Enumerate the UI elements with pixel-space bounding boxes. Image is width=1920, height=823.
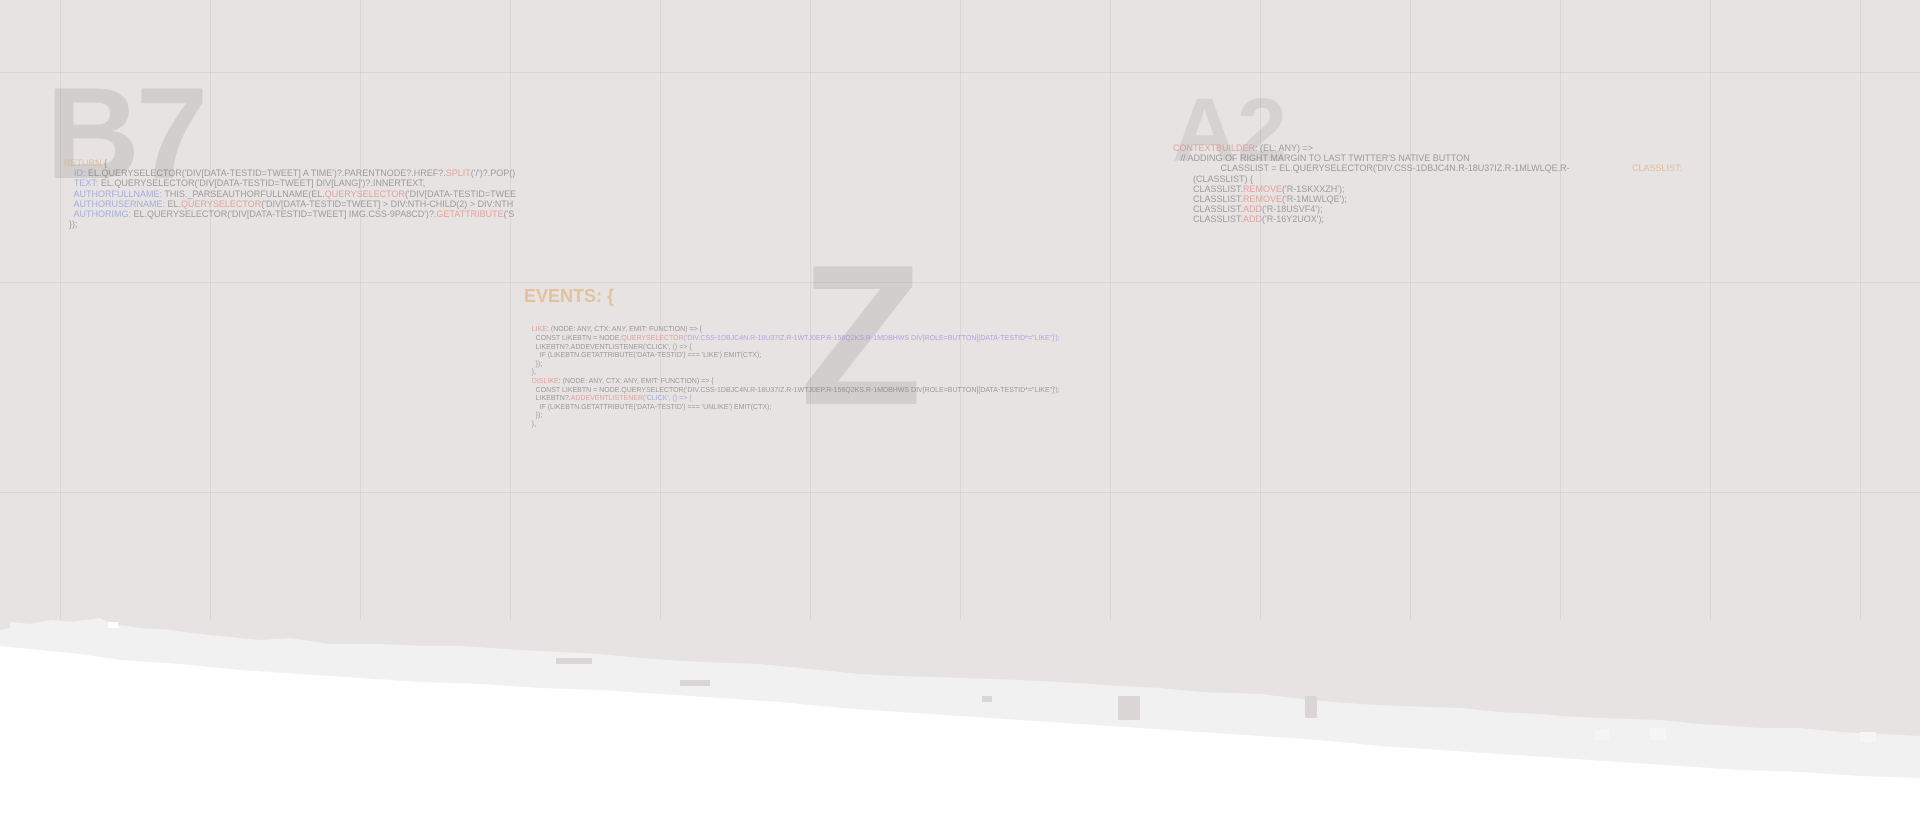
code-token: : (NODE: ANY, CTX: ANY, EMIT: FUNCTION) … <box>546 326 702 334</box>
code-block-return: RETURN { ID: EL.QUERYSELECTOR('DIV[DATA-… <box>64 158 516 229</box>
events-code-line: }); <box>524 412 1060 421</box>
code-token: CONTEXTBUILDER <box>1173 143 1256 153</box>
code-token: THIS._PARSEAUTHORFULLNAME(EL. <box>164 188 325 199</box>
code-token: ('R-1MLWLQE'); <box>1282 194 1347 205</box>
code-token: }); <box>524 412 543 420</box>
return-code-line: AUTHORUSERNAME: EL.QUERYSELECTOR('DIV[DA… <box>64 199 516 209</box>
events-code-line: CONST LIKEBTN = NODE.QUERYSELECTOR('DIV.… <box>524 387 1060 396</box>
code-token: ('R-1SKXXZH'); <box>1282 183 1345 194</box>
code-block-context-builder: CONTEXTBUILDER: (EL: ANY) => // ADDING O… <box>1173 143 1570 225</box>
code-token: ('DIV.CSS-1DBJC4N.R-18U37IZ.R-1WTJ0EP.R-… <box>683 334 1060 342</box>
code-block-events: EVENTS: { LIKE: (NODE: ANY, CTX: ANY, EM… <box>524 268 1060 438</box>
context-code-line: CLASSLIST.REMOVE('R-1MLWLQE'); <box>1173 194 1570 204</box>
code-token: CONST LIKEBTN = NODE. <box>524 334 622 342</box>
code-token: IF (LIKEBTN.GETATTRIBUTE('DATA-TESTID') … <box>524 352 762 360</box>
code-token: QUERYSELECTOR <box>621 334 684 342</box>
return-code-line: ID: EL.QUERYSELECTOR('DIV[DATA-TESTID=TW… <box>64 168 516 178</box>
code-token: CLASSLIST = EL.QUERYSELECTOR('DIV.CSS-1D… <box>1173 163 1570 174</box>
code-token: CLASSLIST. <box>1173 194 1244 205</box>
code-token: (CLASSLIST) { <box>1173 173 1254 184</box>
events-title: EVENTS: { <box>524 286 615 307</box>
code-token: ('R-18USVF4'); <box>1262 204 1323 215</box>
torn-paper-edge <box>0 618 1920 823</box>
code-token: ID: <box>64 168 89 179</box>
code-token: REMOVE <box>1243 183 1283 194</box>
context-code-line: CLASSLIST.ADD('R-18USVF4'); <box>1173 204 1570 214</box>
events-code-line: LIKEBTN?.ADDEVENTLISTENER('CLICK', () =>… <box>524 395 1060 404</box>
context-code-line: CLASSLIST.REMOVE('R-1SKXXZH'); <box>1173 184 1570 194</box>
code-token: // ADDING OF RIGHT MARGIN TO LAST TWITTE… <box>1173 153 1470 164</box>
code-token: ('CLICK', () => { <box>643 395 692 403</box>
code-token: REMOVE <box>1243 194 1283 205</box>
code-token: ('/')?.POP() <box>470 168 516 179</box>
code-token: AUTHORIMG: <box>64 209 134 220</box>
code-token: }); <box>64 219 78 230</box>
code-token: ADD <box>1243 214 1263 225</box>
events-code-line: DISLIKE: (NODE: ANY, CTX: ANY, EMIT: FUN… <box>524 378 1060 387</box>
code-token: }, <box>524 369 537 377</box>
return-code-line: TEXT: EL.QUERYSELECTOR('DIV[DATA-TESTID=… <box>64 178 516 188</box>
events-code-line: LIKE: (NODE: ANY, CTX: ANY, EMIT: FUNCTI… <box>524 326 1060 335</box>
code-token: ('R-16Y2UOX'); <box>1262 214 1324 225</box>
code-token: IF (LIKEBTN.GETATTRIBUTE('DATA-TESTID') … <box>524 403 772 411</box>
code-token: LIKEBTN?. <box>524 395 571 403</box>
code-token: EL.QUERYSELECTOR('DIV[DATA-TESTID=TWEET]… <box>100 178 426 189</box>
events-code-line: }, <box>524 421 1060 430</box>
code-token: }, <box>524 420 537 428</box>
events-lines: LIKE: (NODE: ANY, CTX: ANY, EMIT: FUNCTI… <box>524 326 1060 429</box>
code-token: CLASSLIST. <box>1173 183 1244 194</box>
code-token: ADDEVENTLISTENER <box>570 395 644 403</box>
code-token: AUTHORUSERNAME: <box>64 198 168 209</box>
events-code-line: }); <box>524 361 1060 370</box>
code-token: CONST LIKEBTN = NODE.QUERYSELECTOR('DIV.… <box>524 386 1060 394</box>
code-token: DISLIKE <box>524 377 559 385</box>
code-token: EL.QUERYSELECTOR('DIV[DATA-TESTID=TWEET]… <box>133 209 437 220</box>
context-code-line: (CLASSLIST) { <box>1173 174 1570 184</box>
code-token: SPLIT <box>445 168 471 179</box>
return-code-line: AUTHORIMG: EL.QUERYSELECTOR('DIV[DATA-TE… <box>64 209 516 219</box>
code-token: AUTHORFULLNAME: <box>64 188 165 199</box>
code-token: EL. <box>167 198 182 209</box>
context-code-line: // ADDING OF RIGHT MARGIN TO LAST TWITTE… <box>1173 153 1570 163</box>
return-code-line: AUTHORFULLNAME: THIS._PARSEAUTHORFULLNAM… <box>64 188 517 199</box>
return-code-line: }); <box>64 219 516 229</box>
context-code-line: CLASSLIST.ADD('R-16Y2UOX'); <box>1173 214 1570 224</box>
events-code-line: IF (LIKEBTN.GETATTRIBUTE('DATA-TESTID') … <box>524 352 1060 361</box>
code-token: ADD <box>1243 204 1263 215</box>
code-token: ('DIV[DATA-TESTID=TWEET] > DIV:NTH-CHILD… <box>261 198 514 209</box>
events-code-line: IF (LIKEBTN.GETATTRIBUTE('DATA-TESTID') … <box>524 404 1060 413</box>
code-token: { <box>104 158 108 168</box>
code-token: RETURN <box>64 158 104 168</box>
code-token: QUERYSELECTOR <box>181 198 262 209</box>
context-code-line: CLASSLIST = EL.QUERYSELECTOR('DIV.CSS-1D… <box>1173 163 1570 173</box>
events-code-line: }, <box>524 369 1060 378</box>
code-token: ('S <box>503 209 515 220</box>
classlist-aside: CLASSLIST: <box>1632 163 1683 173</box>
return-code-line: RETURN { <box>64 158 516 168</box>
code-token: QUERYSELECTOR <box>324 188 405 199</box>
events-code-line: LIKEBTN?.ADDEVENTLISTENER('CLICK', () =>… <box>524 344 1060 353</box>
context-code-line: CONTEXTBUILDER: (EL: ANY) => <box>1173 143 1570 153</box>
code-token: : (NODE: ANY, CTX: ANY, EMIT: FUNCTION) … <box>558 377 714 385</box>
code-token: CLASSLIST. <box>1173 214 1244 225</box>
code-token: CLASSLIST. <box>1173 204 1244 215</box>
code-token: ('DIV[DATA-TESTID=TWEE <box>404 188 517 199</box>
code-token: : (EL: ANY) => <box>1255 143 1316 153</box>
code-token: LIKE <box>524 326 547 334</box>
code-token: LIKEBTN?.ADDEVENTLISTENER('CLICK', () =>… <box>524 343 692 351</box>
code-token: EL.QUERYSELECTOR('DIV[DATA-TESTID=TWEET]… <box>88 168 446 179</box>
code-token: TEXT: <box>64 178 101 189</box>
events-code-line: CONST LIKEBTN = NODE.QUERYSELECTOR('DIV.… <box>524 335 1060 344</box>
code-token: }); <box>524 360 543 368</box>
code-token: GETATTRIBUTE <box>436 209 504 220</box>
